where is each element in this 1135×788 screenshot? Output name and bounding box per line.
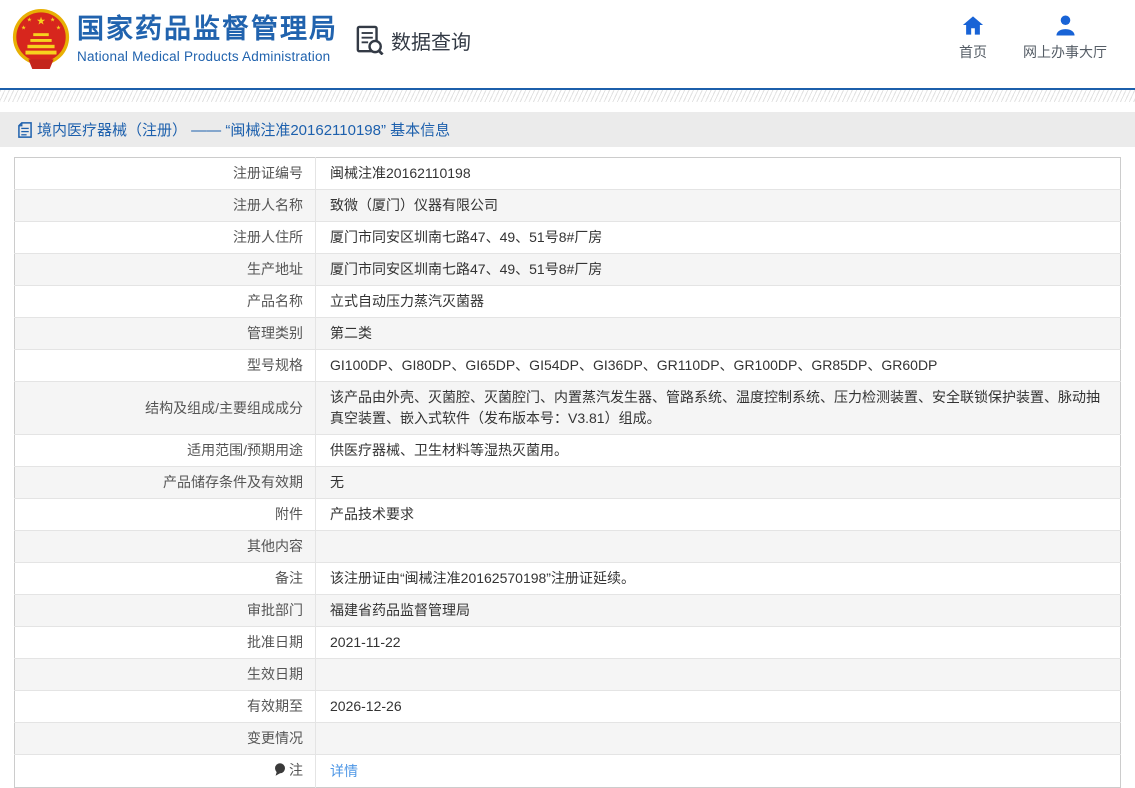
- row-value: 产品技术要求: [316, 499, 1121, 531]
- row-label: 注: [15, 755, 316, 788]
- table-row: 其他内容: [15, 531, 1121, 563]
- document-search-icon: [356, 25, 384, 55]
- table-row: 变更情况: [15, 723, 1121, 755]
- row-value: 致微（厦门）仪器有限公司: [316, 190, 1121, 222]
- row-label: 适用范围/预期用途: [15, 435, 316, 467]
- nav-service-hall[interactable]: 网上办事大厅: [1023, 15, 1107, 62]
- row-value: 该注册证由“闽械注准20162570198”注册证延续。: [316, 563, 1121, 595]
- row-value: 厦门市同安区圳南七路47、49、51号8#厂房: [316, 254, 1121, 286]
- hatched-stripe-band: [0, 90, 1135, 102]
- detail-link[interactable]: 详情: [330, 763, 358, 779]
- row-label: 附件: [15, 499, 316, 531]
- row-label: 备注: [15, 563, 316, 595]
- table-row: 注详情: [15, 755, 1121, 788]
- row-label: 有效期至: [15, 691, 316, 723]
- site-header: ★ ★ ★ ★ ★ 国家药品监督管理局 National Medical Pro…: [0, 0, 1135, 88]
- row-label: 注册人名称: [15, 190, 316, 222]
- registration-info-table: 注册证编号闽械注准20162110198注册人名称致微（厦门）仪器有限公司注册人…: [14, 157, 1121, 788]
- table-row: 有效期至2026-12-26: [15, 691, 1121, 723]
- svg-text:★: ★: [27, 17, 32, 24]
- row-value: 无: [316, 467, 1121, 499]
- home-icon: [962, 15, 984, 36]
- svg-text:★: ★: [21, 24, 26, 31]
- row-label: 结构及组成/主要组成成分: [15, 382, 316, 435]
- nav-home[interactable]: 首页: [959, 15, 987, 62]
- row-label: 生效日期: [15, 659, 316, 691]
- row-value: 厦门市同安区圳南七路47、49、51号8#厂房: [316, 222, 1121, 254]
- agency-title-block: 国家药品监督管理局 National Medical Products Admi…: [77, 13, 338, 64]
- row-label: 生产地址: [15, 254, 316, 286]
- user-icon: [1054, 15, 1077, 36]
- svg-text:★: ★: [36, 15, 46, 27]
- table-row: 生效日期: [15, 659, 1121, 691]
- row-label: 产品名称: [15, 286, 316, 318]
- table-row: 审批部门福建省药品监督管理局: [15, 595, 1121, 627]
- row-value: 立式自动压力蒸汽灭菌器: [316, 286, 1121, 318]
- row-value: 闽械注准20162110198: [316, 158, 1121, 190]
- table-row: 注册人住所厦门市同安区圳南七路47、49、51号8#厂房: [15, 222, 1121, 254]
- data-query-label: 数据查询: [391, 26, 471, 55]
- row-value: [316, 531, 1121, 563]
- page-title: 境内医疗器械（注册） —— “闽械注准20162110198” 基本信息: [37, 119, 450, 140]
- table-row: 管理类别第二类: [15, 318, 1121, 350]
- row-value: 2026-12-26: [316, 691, 1121, 723]
- row-value: [316, 723, 1121, 755]
- table-row: 型号规格GI100DP、GI80DP、GI65DP、GI54DP、GI36DP、…: [15, 350, 1121, 382]
- svg-text:★: ★: [50, 17, 55, 24]
- table-row: 产品名称立式自动压力蒸汽灭菌器: [15, 286, 1121, 318]
- nav-home-label: 首页: [959, 42, 987, 62]
- table-row: 注册证编号闽械注准20162110198: [15, 158, 1121, 190]
- table-row: 生产地址厦门市同安区圳南七路47、49、51号8#厂房: [15, 254, 1121, 286]
- svg-text:★: ★: [56, 24, 61, 31]
- top-navigation: 首页 网上办事大厅: [959, 15, 1107, 62]
- row-label: 注册人住所: [15, 222, 316, 254]
- breadcrumb: 境内医疗器械（注册） —— “闽械注准20162110198” 基本信息: [0, 112, 1135, 147]
- row-value: 该产品由外壳、灭菌腔、灭菌腔门、内置蒸汽发生器、管路系统、温度控制系统、压力检测…: [316, 382, 1121, 435]
- row-label: 批准日期: [15, 627, 316, 659]
- row-label: 产品储存条件及有效期: [15, 467, 316, 499]
- row-label: 审批部门: [15, 595, 316, 627]
- table-row: 批准日期2021-11-22: [15, 627, 1121, 659]
- table-row: 备注该注册证由“闽械注准20162570198”注册证延续。: [15, 563, 1121, 595]
- nav-service-hall-label: 网上办事大厅: [1023, 42, 1107, 62]
- note-icon: [274, 761, 286, 782]
- table-row: 适用范围/预期用途供医疗器械、卫生材料等湿热灭菌用。: [15, 435, 1121, 467]
- row-label: 注册证编号: [15, 158, 316, 190]
- agency-name-en: National Medical Products Administration: [77, 49, 338, 64]
- table-row: 注册人名称致微（厦门）仪器有限公司: [15, 190, 1121, 222]
- row-value: 供医疗器械、卫生材料等湿热灭菌用。: [316, 435, 1121, 467]
- table-row: 结构及组成/主要组成成分该产品由外壳、灭菌腔、灭菌腔门、内置蒸汽发生器、管路系统…: [15, 382, 1121, 435]
- row-value: 2021-11-22: [316, 627, 1121, 659]
- row-label: 管理类别: [15, 318, 316, 350]
- row-value: [316, 659, 1121, 691]
- table-row: 产品储存条件及有效期无: [15, 467, 1121, 499]
- data-query-menu[interactable]: 数据查询: [356, 25, 471, 55]
- row-label: 型号规格: [15, 350, 316, 382]
- national-emblem-logo: ★ ★ ★ ★ ★: [10, 7, 72, 71]
- table-row: 附件产品技术要求: [15, 499, 1121, 531]
- agency-name-cn: 国家药品监督管理局: [77, 13, 338, 45]
- row-value: 详情: [316, 755, 1121, 788]
- row-label: 其他内容: [15, 531, 316, 563]
- document-icon: [18, 122, 32, 138]
- row-label: 变更情况: [15, 723, 316, 755]
- row-value: GI100DP、GI80DP、GI65DP、GI54DP、GI36DP、GR11…: [316, 350, 1121, 382]
- row-value: 第二类: [316, 318, 1121, 350]
- row-value: 福建省药品监督管理局: [316, 595, 1121, 627]
